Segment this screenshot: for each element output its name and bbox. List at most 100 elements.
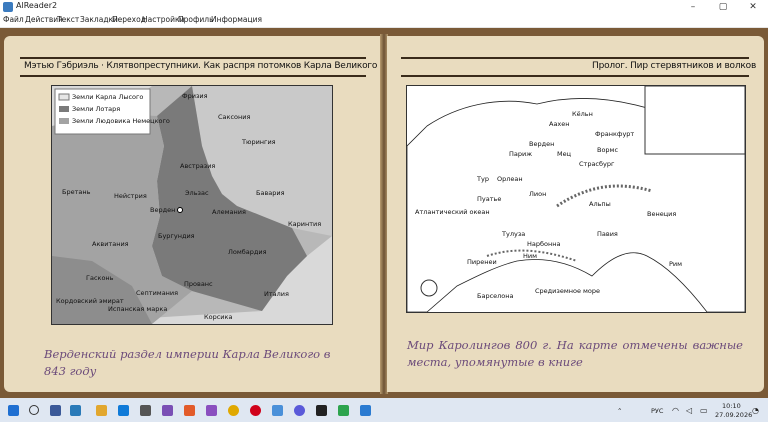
menu-text[interactable]: Текст (57, 15, 79, 24)
left-map-caption: Верденский раздел империи Карла Великого… (44, 347, 331, 378)
map-label: Нарбонна (527, 240, 560, 248)
legend-swatch-2 (59, 106, 69, 112)
taskbar-app-icon[interactable] (316, 405, 327, 416)
map-label: Тулуза (501, 230, 525, 238)
right-page: Пролог. Пир стервятников и волков Атлант… (387, 36, 764, 392)
map-label: Париж (509, 150, 532, 158)
taskbar-app-icon[interactable] (140, 405, 151, 416)
app-icon (3, 2, 13, 12)
map-label: Италия (264, 290, 289, 298)
carolingian-map-svg: Атлантический океан Средиземное море Пир… (407, 86, 745, 312)
map-label: Аквитания (92, 240, 129, 248)
inset-map (644, 86, 745, 155)
edge-browser-icon[interactable] (118, 405, 129, 416)
window-title: AlReader2 (16, 1, 58, 10)
map-label: Тюрингия (241, 138, 276, 146)
alreader-taskbar-icon[interactable] (360, 405, 371, 416)
map-label: Тур (476, 175, 489, 183)
legend-label-3: Земли Людовика Немецкого (72, 117, 170, 125)
tray-language[interactable]: РУС (651, 407, 663, 415)
title-bar: AlReader2 – ▢ ✕ (0, 0, 768, 14)
map-label: Атлантический океан (415, 208, 490, 216)
verden-point (177, 207, 183, 213)
volume-icon[interactable]: ◁ (686, 406, 692, 415)
map-label: Аахен (549, 120, 570, 128)
minimize-button[interactable]: – (678, 0, 708, 14)
tray-chevron-icon[interactable]: ⌃ (617, 407, 622, 415)
task-view-icon[interactable] (50, 405, 61, 416)
map-label: Нейстрия (114, 192, 147, 200)
map-label: Верден (529, 140, 554, 148)
map-label: Кёльн (572, 110, 593, 118)
map-label: Бавария (256, 189, 285, 197)
taskbar-app-icon[interactable] (294, 405, 305, 416)
map-label: Испанская марка (108, 305, 167, 313)
map-label: Фризия (182, 92, 208, 100)
menu-info[interactable]: Информация (211, 15, 262, 24)
map-label: Корсика (204, 313, 232, 321)
verdun-map-svg: Земли Карла Лысого Земли Лотаря Земли Лю… (52, 86, 332, 324)
taskbar-app-icon[interactable] (184, 405, 195, 416)
taskbar-app-icon[interactable] (70, 405, 81, 416)
clock-date[interactable]: 27.09.2026 (715, 411, 752, 419)
start-button-icon[interactable] (8, 405, 19, 416)
map-label: Страсбург (579, 160, 615, 168)
map-label: Австразия (180, 162, 215, 170)
header-rule-bottom (401, 75, 749, 77)
map-label: Пиренеи (467, 258, 497, 266)
right-map-caption: Мир Каролингов 800 г. На карте отмечены … (407, 338, 743, 369)
map-label: Алемания (212, 208, 246, 216)
map-label: Франкфурт (595, 130, 634, 138)
map-label: Бретань (62, 188, 91, 196)
map-label: Венеция (647, 210, 676, 218)
header-rule-top (401, 57, 749, 59)
menu-bar: Файл Действия Текст Закладки Переход Нас… (0, 14, 768, 28)
map-label: Вормс (597, 146, 618, 154)
map-label: Пуатье (477, 195, 501, 203)
map-label: Верден (150, 206, 175, 214)
map-label: Ним (523, 252, 537, 260)
legend-swatch-3 (59, 118, 69, 124)
chrome-browser-icon[interactable] (228, 405, 239, 416)
battery-icon[interactable]: ▭ (700, 406, 708, 415)
header-rule-bottom (20, 75, 366, 77)
left-page: Мэтью Гэбриэль · Клятвопреступники. Как … (4, 36, 449, 392)
taskbar-app-icon[interactable] (338, 405, 349, 416)
taskbar-app-icon[interactable] (272, 405, 283, 416)
map-label: Гасконь (86, 274, 114, 282)
book-view[interactable]: Мэтью Гэбриэль · Клятвопреступники. Как … (0, 28, 768, 398)
map-label: Рим (669, 260, 682, 268)
clock-time[interactable]: 10:10 (722, 402, 741, 410)
map-label: Ломбардия (228, 248, 267, 256)
map-label: Барселона (477, 292, 514, 300)
header-rule-top (20, 57, 366, 59)
map-label: Эльзас (185, 189, 209, 197)
right-page-header: Пролог. Пир стервятников и волков (592, 61, 757, 71)
file-explorer-icon[interactable] (96, 405, 107, 416)
maximize-button[interactable]: ▢ (708, 0, 738, 14)
map-label: Мец (557, 150, 572, 158)
map-label: Средиземное море (535, 287, 600, 295)
map-label: Септимания (136, 289, 178, 297)
notification-bell-icon[interactable]: ◔ (752, 406, 759, 415)
search-icon[interactable] (29, 405, 39, 415)
menu-profile[interactable]: Профиль (178, 15, 214, 24)
map-label: Бургундия (158, 232, 195, 240)
taskbar-app-icon[interactable] (206, 405, 217, 416)
menu-navigate[interactable]: Переход (112, 15, 146, 24)
legend-swatch-1 (58, 93, 70, 101)
legend-label-1: Земли Карла Лысого (72, 93, 143, 101)
legend-label-2: Земли Лотаря (72, 105, 120, 113)
map-label: Каринтия (288, 220, 321, 228)
map-label: Кордовский эмират (56, 297, 124, 305)
carolingian-map: Атлантический океан Средиземное море Пир… (406, 85, 746, 313)
opera-browser-icon[interactable] (250, 405, 261, 416)
map-label: Прованс (184, 280, 213, 288)
map-label: Орлеан (497, 175, 523, 183)
menu-file[interactable]: Файл (3, 15, 24, 24)
verdun-map: Земли Карла Лысого Земли Лотаря Земли Лю… (51, 85, 333, 325)
close-button[interactable]: ✕ (738, 0, 768, 14)
taskbar-app-icon[interactable] (162, 405, 173, 416)
map-label: Павия (597, 230, 618, 238)
wifi-icon[interactable]: ◠ (672, 406, 679, 415)
